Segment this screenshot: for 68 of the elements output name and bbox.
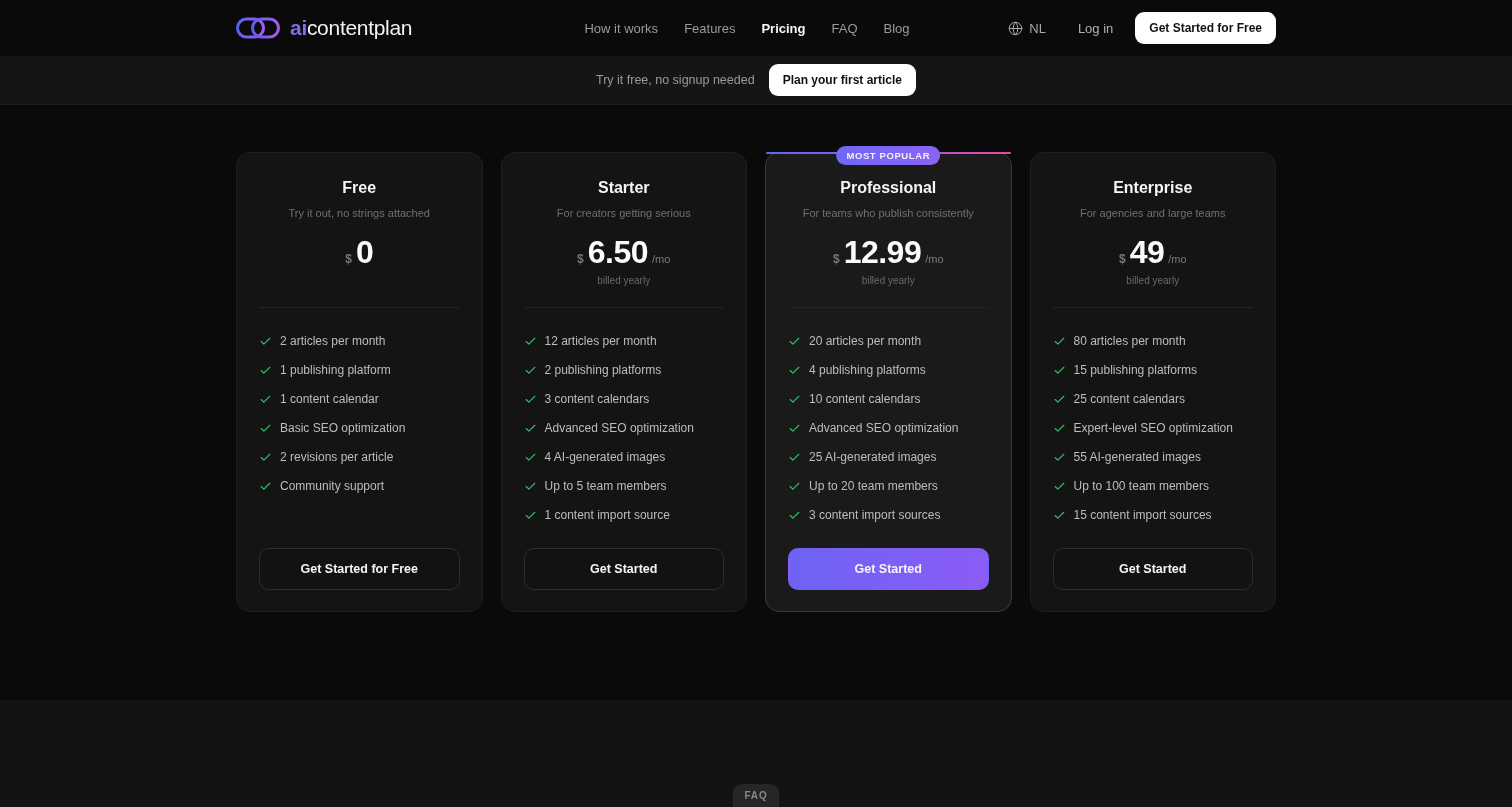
feature-text: 10 content calendars xyxy=(809,392,921,406)
feature-text: 25 content calendars xyxy=(1073,392,1185,406)
price-period: /mo xyxy=(652,253,671,265)
feature-text: 80 articles per month xyxy=(1073,334,1186,348)
plan-price: 49 xyxy=(1129,234,1165,270)
feature-text: 55 AI-generated images xyxy=(1073,450,1201,464)
feature-text: 4 AI-generated images xyxy=(544,450,666,464)
feature-text: Advanced SEO optimization xyxy=(544,421,694,435)
plan-price: 12.99 xyxy=(843,234,922,270)
feature-text: 1 publishing platform xyxy=(280,363,391,377)
nav-link[interactable]: Features xyxy=(684,20,736,36)
feature-text: 1 content calendar xyxy=(280,392,379,406)
feature-text: 2 articles per month xyxy=(280,334,386,348)
plan-price: 0 xyxy=(355,234,374,270)
billing-note: billed yearly xyxy=(1126,274,1180,288)
currency-symbol: $ xyxy=(832,252,840,266)
feature-text: 4 publishing platforms xyxy=(809,363,926,377)
section-badge: FAQ xyxy=(732,784,780,807)
plan-button[interactable]: Get Started xyxy=(1052,548,1253,590)
plan-name: Enterprise xyxy=(1112,178,1194,198)
price-period: /mo xyxy=(1168,253,1187,265)
feature-text: Expert-level SEO optimization xyxy=(1073,421,1233,435)
plan-name: Free xyxy=(341,178,378,198)
get-started-button[interactable]: Get Started for Free xyxy=(1135,12,1276,44)
plan-name: Starter xyxy=(596,178,651,198)
currency-symbol: $ xyxy=(345,252,352,266)
plan-price: 6.50 xyxy=(587,234,649,270)
plan-tagline: For teams who publish consistently xyxy=(801,206,975,220)
plan-name: Professional xyxy=(839,178,938,198)
plan-button[interactable]: Get Started xyxy=(788,548,989,590)
promo-text: Try it free, no signup needed xyxy=(595,73,755,87)
plan-tagline: Try it out, no strings attached xyxy=(287,206,431,220)
feature-text: Up to 100 team members xyxy=(1073,479,1209,493)
language-button[interactable]: NL xyxy=(1008,20,1046,36)
nav-link[interactable]: FAQ xyxy=(831,20,858,36)
feature-text: 15 publishing platforms xyxy=(1073,363,1197,377)
nav-link[interactable]: Blog xyxy=(883,20,910,36)
feature-text: 20 articles per month xyxy=(809,334,922,348)
feature-text: Advanced SEO optimization xyxy=(809,421,959,435)
plan-button[interactable]: Get Started for Free xyxy=(259,548,460,590)
feature-text: 1 content import source xyxy=(544,508,670,522)
popular-badge: MOST POPULAR xyxy=(836,146,941,165)
nav-link[interactable]: Pricing xyxy=(761,20,806,36)
globe-icon xyxy=(1008,20,1024,36)
feature-text: Up to 20 team members xyxy=(809,479,938,493)
feature-text: Up to 5 team members xyxy=(544,479,667,493)
feature-text: 2 publishing platforms xyxy=(544,363,662,377)
currency-symbol: $ xyxy=(577,252,584,266)
plan-tagline: For agencies and large teams xyxy=(1079,206,1227,220)
feature-text: 15 content import sources xyxy=(1073,508,1212,522)
feature-text: 2 revisions per article xyxy=(280,450,394,464)
brand-logo-text[interactable]: aicontentplan xyxy=(290,16,413,40)
billing-note: billed yearly xyxy=(861,274,915,288)
plan-tagline: For creators getting serious xyxy=(555,206,692,220)
plan-button[interactable]: Get Started xyxy=(523,548,724,590)
linked-rings-logo-icon xyxy=(236,17,280,39)
nav-link[interactable]: How it works xyxy=(584,20,659,36)
feature-text: 12 articles per month xyxy=(544,334,657,348)
feature-text: 25 AI-generated images xyxy=(809,450,937,464)
price-period: /mo xyxy=(925,253,944,265)
feature-text: Community support xyxy=(280,479,385,493)
billing-note: billed yearly xyxy=(597,274,651,288)
login-link[interactable]: Log in xyxy=(1077,20,1114,36)
plan-article-button[interactable]: Plan your first article xyxy=(768,64,916,96)
feature-text: Basic SEO optimization xyxy=(280,421,406,435)
currency-symbol: $ xyxy=(1118,252,1126,266)
feature-text: 3 content import sources xyxy=(809,508,941,522)
feature-text: 3 content calendars xyxy=(544,392,650,406)
